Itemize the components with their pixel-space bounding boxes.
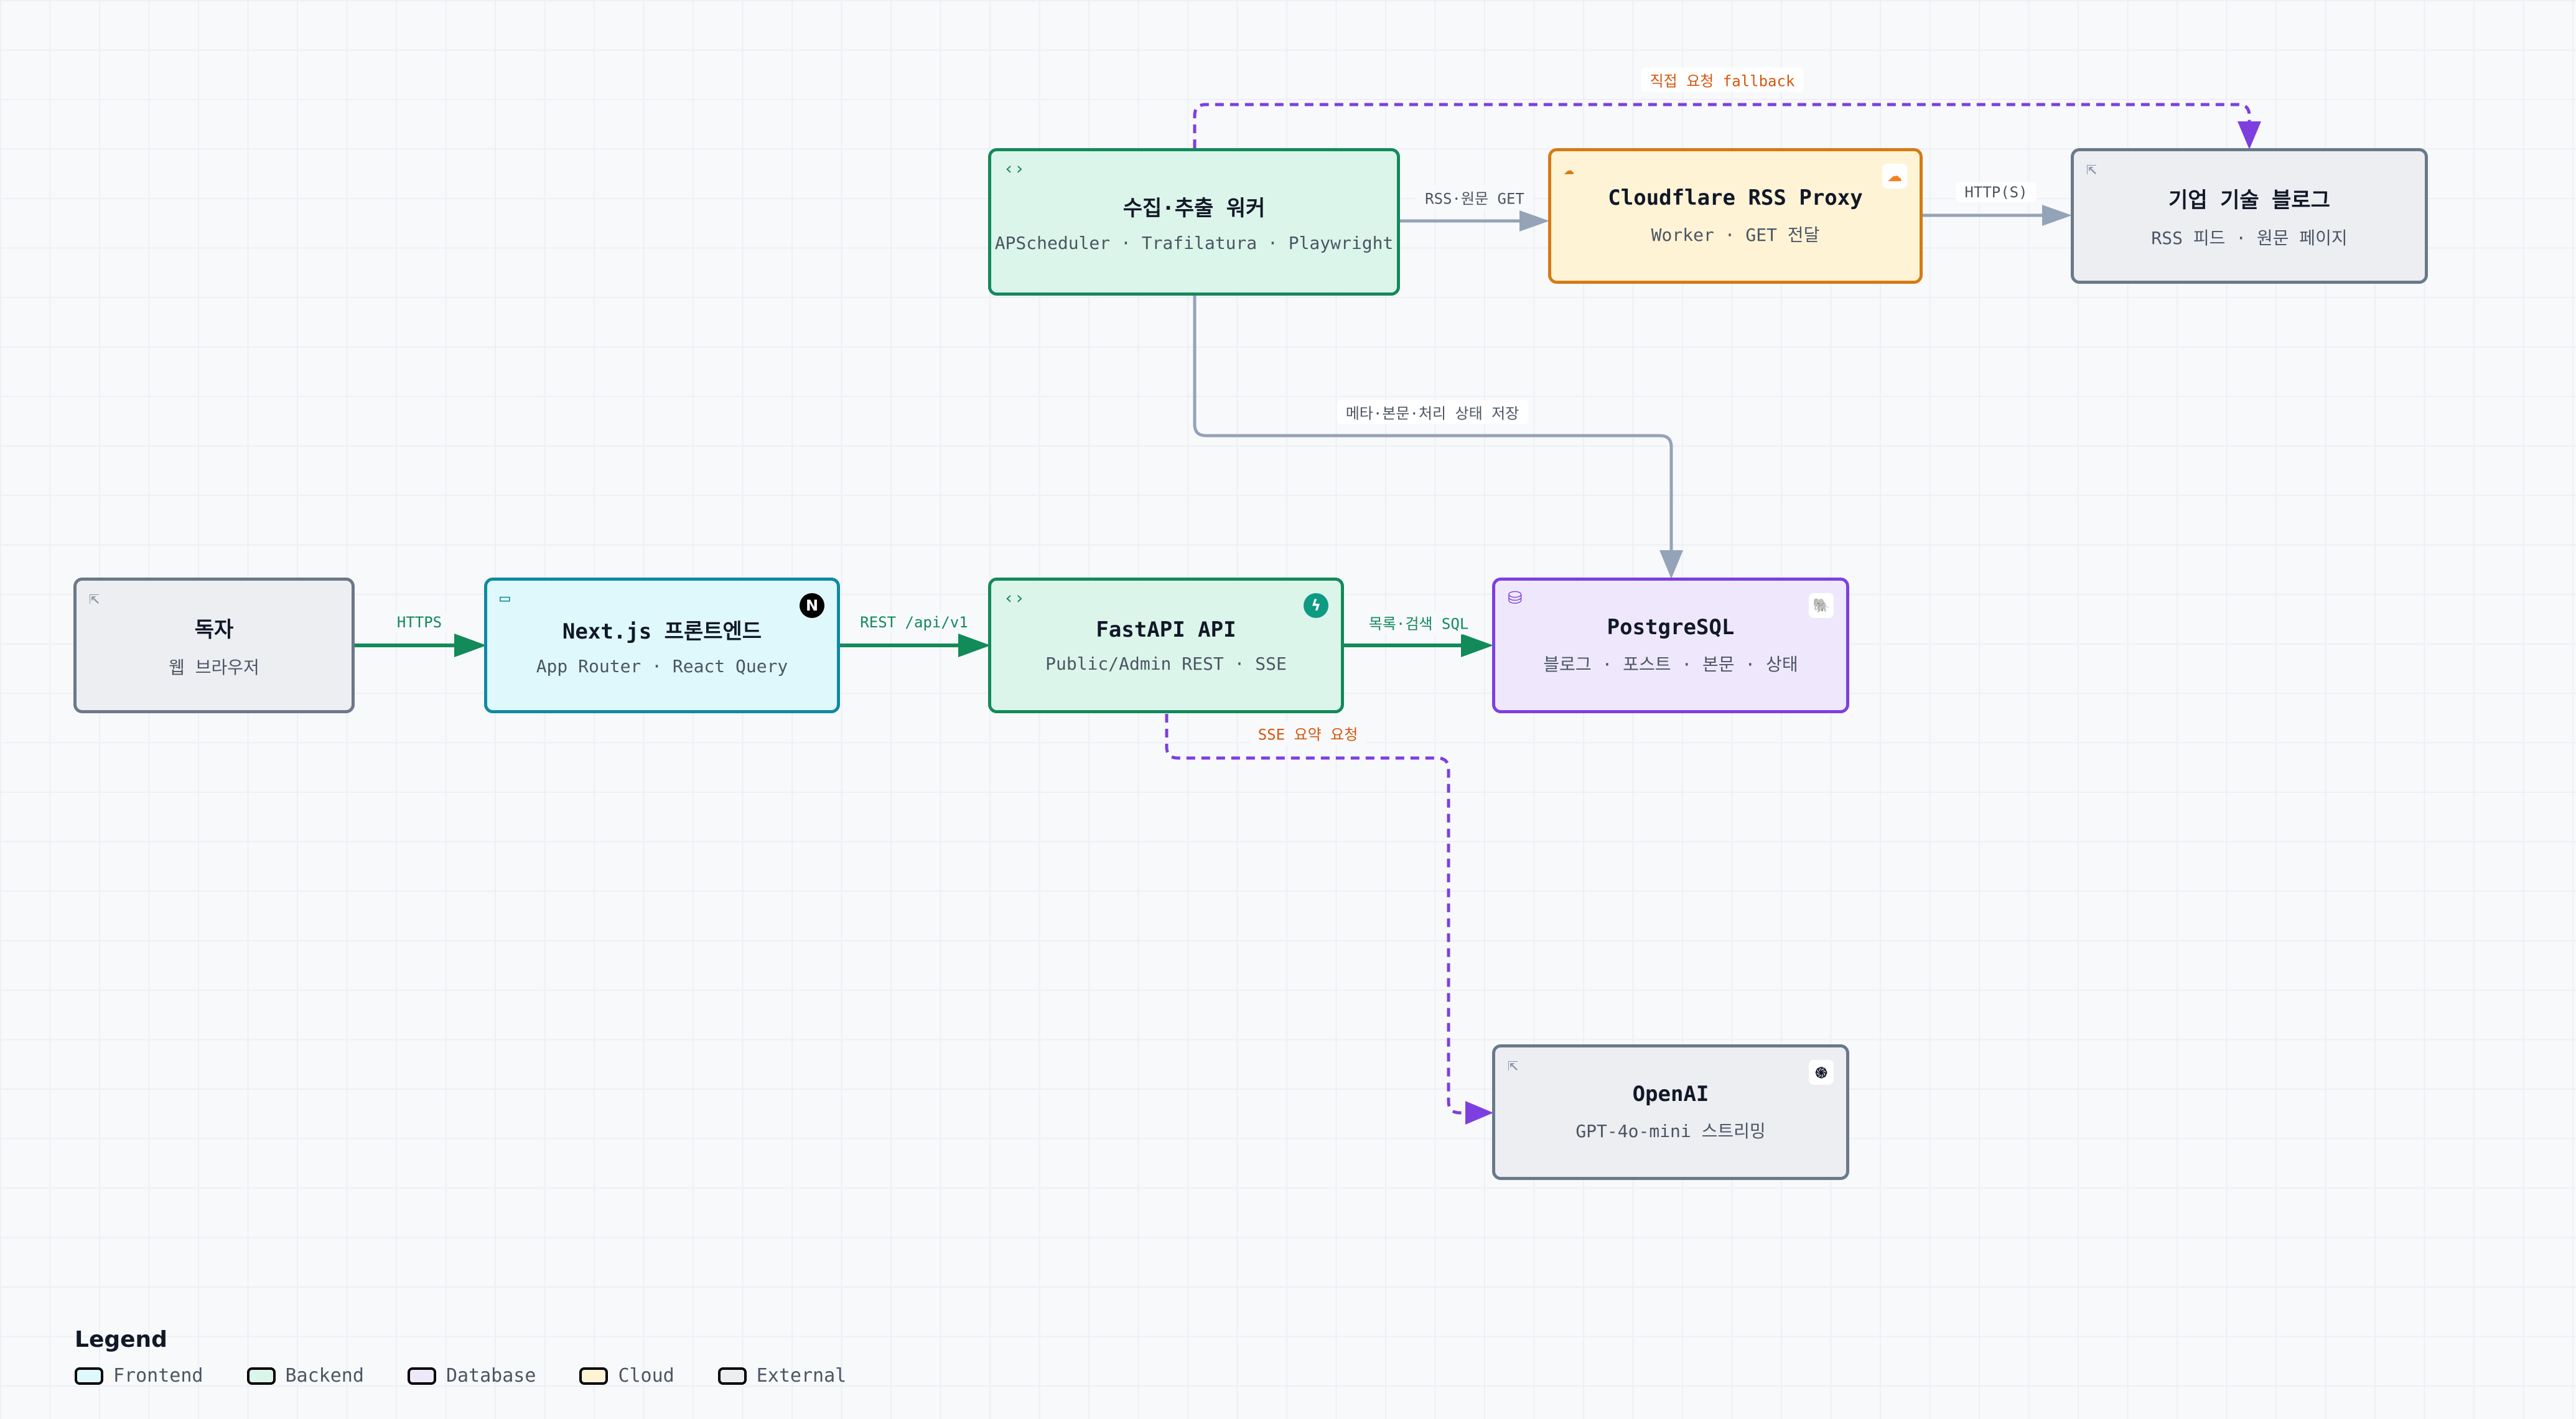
external-link-icon: ⇱ [1508, 1054, 1518, 1075]
legend-label: Frontend [113, 1365, 203, 1387]
legend-swatch [717, 1367, 747, 1385]
arrowhead-icon [2238, 121, 2261, 149]
external-link-icon: ⇱ [89, 588, 100, 608]
node-subtitle: 웹 브라우저 [169, 657, 259, 678]
arrowhead-icon [958, 634, 991, 657]
node-openai[interactable]: ⇱ ֍ OpenAI GPT-4o-mini 스트리밍 [1492, 1044, 1849, 1180]
nextjs-logo-icon: N [800, 593, 824, 618]
node-title: FastAPI API [1096, 617, 1236, 642]
node-subtitle: 블로그 · 포스트 · 본문 · 상태 [1543, 654, 1798, 675]
node-title: Cloudflare RSS Proxy [1608, 185, 1863, 210]
node-subtitle: Worker · GET 전달 [1651, 225, 1820, 245]
arrowhead-icon [2042, 205, 2072, 226]
legend-label: External [756, 1365, 847, 1387]
openai-logo-icon: ֍ [1809, 1060, 1834, 1085]
edge-label-sse: SSE 요약 요청 [1249, 721, 1367, 746]
edge-rest [840, 634, 991, 657]
edge-http [1923, 205, 2072, 226]
node-title: 기업 기술 블로그 [2168, 187, 2330, 213]
node-title: Next.js 프론트엔드 [562, 619, 762, 644]
node-title: OpenAI [1632, 1082, 1709, 1107]
node-reader[interactable]: ⇱ 독자 웹 브라우저 [73, 578, 355, 713]
node-subtitle: RSS 피드 · 원문 페이지 [2151, 227, 2348, 248]
node-title: 수집·추출 워커 [1122, 195, 1266, 221]
legend-item-frontend: Frontend [75, 1365, 203, 1387]
edge-sse [1165, 714, 1493, 1125]
arrowhead-icon [454, 634, 487, 657]
edge-label-store: 메타·본문·처리 상태 저장 [1337, 400, 1528, 424]
edge-sql [1344, 634, 1493, 657]
node-title: PostgreSQL [1607, 615, 1735, 640]
edge-store [1193, 296, 1683, 579]
cloud-icon: ☁ [1564, 158, 1574, 179]
node-subtitle: GPT-4o-mini 스트리밍 [1575, 1121, 1766, 1141]
node-subtitle: App Router · React Query [536, 656, 788, 677]
legend-swatch [407, 1367, 436, 1385]
legend-swatch [246, 1367, 276, 1385]
edge-https [355, 634, 487, 657]
edge-rss-get [1400, 210, 1549, 232]
node-title: 독자 [194, 617, 234, 642]
fastapi-logo-icon: ϟ [1304, 593, 1328, 618]
edge-fallback [1193, 103, 2261, 149]
edge-label-rss-get: RSS·원문 GET [1416, 185, 1533, 210]
legend-item-database: Database [407, 1365, 536, 1387]
arrowhead-icon [1461, 634, 1493, 657]
node-postgres[interactable]: ⛁ 🐘 PostgreSQL 블로그 · 포스트 · 본문 · 상태 [1492, 578, 1849, 713]
legend-item-external: External [717, 1365, 847, 1387]
legend-swatch [579, 1367, 609, 1385]
database-icon: ⛁ [1508, 588, 1523, 608]
arrowhead-icon [1465, 1101, 1493, 1125]
edge-label-rest: REST /api/v1 [851, 612, 977, 632]
node-subtitle: APScheduler · Trafilatura · Playwright [994, 232, 1394, 253]
node-subtitle: Public/Admin REST · SSE [1045, 653, 1287, 674]
edge-label-sql: 목록·검색 SQL [1360, 610, 1478, 635]
arrowhead-icon [1519, 210, 1549, 232]
legend: Legend Frontend Backend Database Cloud E… [75, 1327, 890, 1387]
postgresql-elephant-icon: 🐘 [1809, 593, 1834, 618]
architecture-diagram: HTTPS REST /api/v1 목록·검색 SQL SSE 요약 요청 메… [0, 0, 2576, 1419]
code-brackets-icon: ‹› [1004, 588, 1025, 608]
arrowhead-icon [1659, 550, 1683, 579]
node-fastapi[interactable]: ‹› ϟ FastAPI API Public/Admin REST · SSE [988, 578, 1344, 713]
legend-title: Legend [75, 1327, 167, 1352]
legend-swatch [75, 1367, 103, 1385]
cloudflare-logo-icon: ☁ [1882, 164, 1907, 189]
node-proxy[interactable]: ☁ ☁ Cloudflare RSS Proxy Worker · GET 전달 [1548, 148, 1923, 284]
legend-label: Backend [285, 1365, 364, 1387]
edge-label-https: HTTPS [388, 612, 451, 632]
code-brackets-icon: ‹› [1004, 158, 1025, 179]
node-nextjs[interactable]: ▭ N Next.js 프론트엔드 App Router · React Que… [484, 578, 840, 713]
external-link-icon: ⇱ [2086, 158, 2097, 179]
legend-item-cloud: Cloud [579, 1365, 674, 1387]
legend-label: Cloud [618, 1365, 674, 1387]
legend-label: Database [446, 1365, 536, 1387]
edge-label-fallback: 직접 요청 fallback [1641, 67, 1804, 92]
node-worker[interactable]: ‹› 수집·추출 워커 APScheduler · Trafilatura · … [988, 148, 1400, 296]
browser-window-icon: ▭ [500, 588, 510, 608]
edge-label-http: HTTP(S) [1956, 182, 2037, 202]
legend-item-backend: Backend [246, 1365, 364, 1387]
node-blogs[interactable]: ⇱ 기업 기술 블로그 RSS 피드 · 원문 페이지 [2071, 148, 2428, 284]
